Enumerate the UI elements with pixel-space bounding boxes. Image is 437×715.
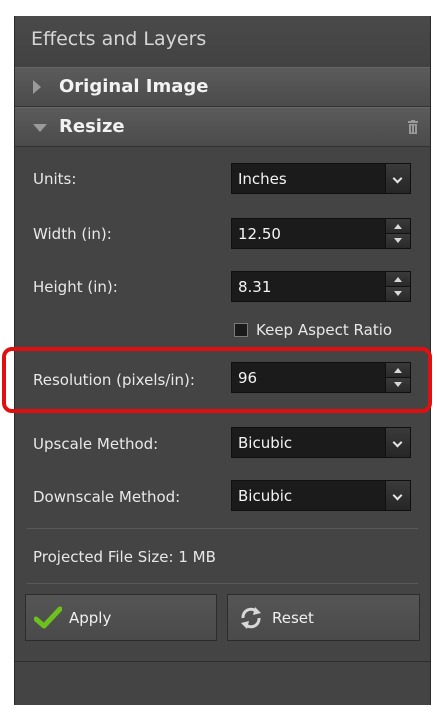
upscale-select[interactable]: Bicubic	[231, 427, 411, 458]
chevron-down-icon[interactable]	[385, 481, 410, 510]
expand-arrow-icon	[33, 80, 41, 94]
units-label: Units:	[33, 170, 77, 188]
checkmark-icon	[34, 606, 62, 629]
downscale-select[interactable]: Bicubic	[231, 480, 411, 511]
spin-down-icon[interactable]	[386, 287, 410, 301]
projected-file-size: Projected File Size: 1 MB	[33, 548, 216, 566]
units-value: Inches	[238, 170, 287, 188]
height-spinner	[385, 272, 410, 301]
height-label: Height (in):	[33, 278, 118, 296]
spin-up-icon[interactable]	[386, 219, 410, 234]
keep-aspect-checkbox[interactable]	[234, 323, 248, 337]
reset-button[interactable]: Reset	[227, 594, 420, 641]
panel-title: Effects and Layers	[31, 28, 207, 50]
section-original-label: Original Image	[59, 76, 209, 97]
width-value: 12.50	[238, 225, 281, 243]
upscale-value: Bicubic	[238, 434, 293, 452]
section-resize-label: Resize	[59, 116, 125, 137]
apply-button[interactable]: Apply	[25, 594, 217, 641]
downscale-value: Bicubic	[238, 487, 293, 505]
chevron-down-icon[interactable]	[385, 164, 410, 193]
width-input[interactable]: 12.50	[231, 218, 411, 249]
divider	[27, 528, 418, 529]
section-resize[interactable]: Resize	[15, 107, 430, 147]
width-spinner	[385, 219, 410, 248]
height-input[interactable]: 8.31	[231, 271, 411, 302]
divider	[27, 583, 418, 584]
spin-down-icon[interactable]	[386, 234, 410, 248]
reset-icon	[241, 607, 261, 629]
panel-titlebar: Effects and Layers	[15, 16, 430, 68]
collapse-arrow-icon	[33, 124, 47, 132]
trash-icon[interactable]	[406, 120, 420, 134]
reset-label: Reset	[272, 609, 314, 627]
height-value: 8.31	[238, 278, 272, 296]
downscale-label: Downscale Method:	[33, 488, 181, 506]
upscale-label: Upscale Method:	[33, 435, 159, 453]
highlight-annotation	[2, 347, 432, 413]
width-label: Width (in):	[33, 225, 112, 243]
panel-footer-divider	[15, 661, 430, 662]
section-original-image[interactable]: Original Image	[15, 67, 430, 107]
keep-aspect-label[interactable]: Keep Aspect Ratio	[256, 321, 392, 339]
spin-up-icon[interactable]	[386, 272, 410, 287]
chevron-down-icon[interactable]	[385, 428, 410, 457]
apply-label: Apply	[69, 609, 112, 627]
units-select[interactable]: Inches	[231, 163, 411, 194]
